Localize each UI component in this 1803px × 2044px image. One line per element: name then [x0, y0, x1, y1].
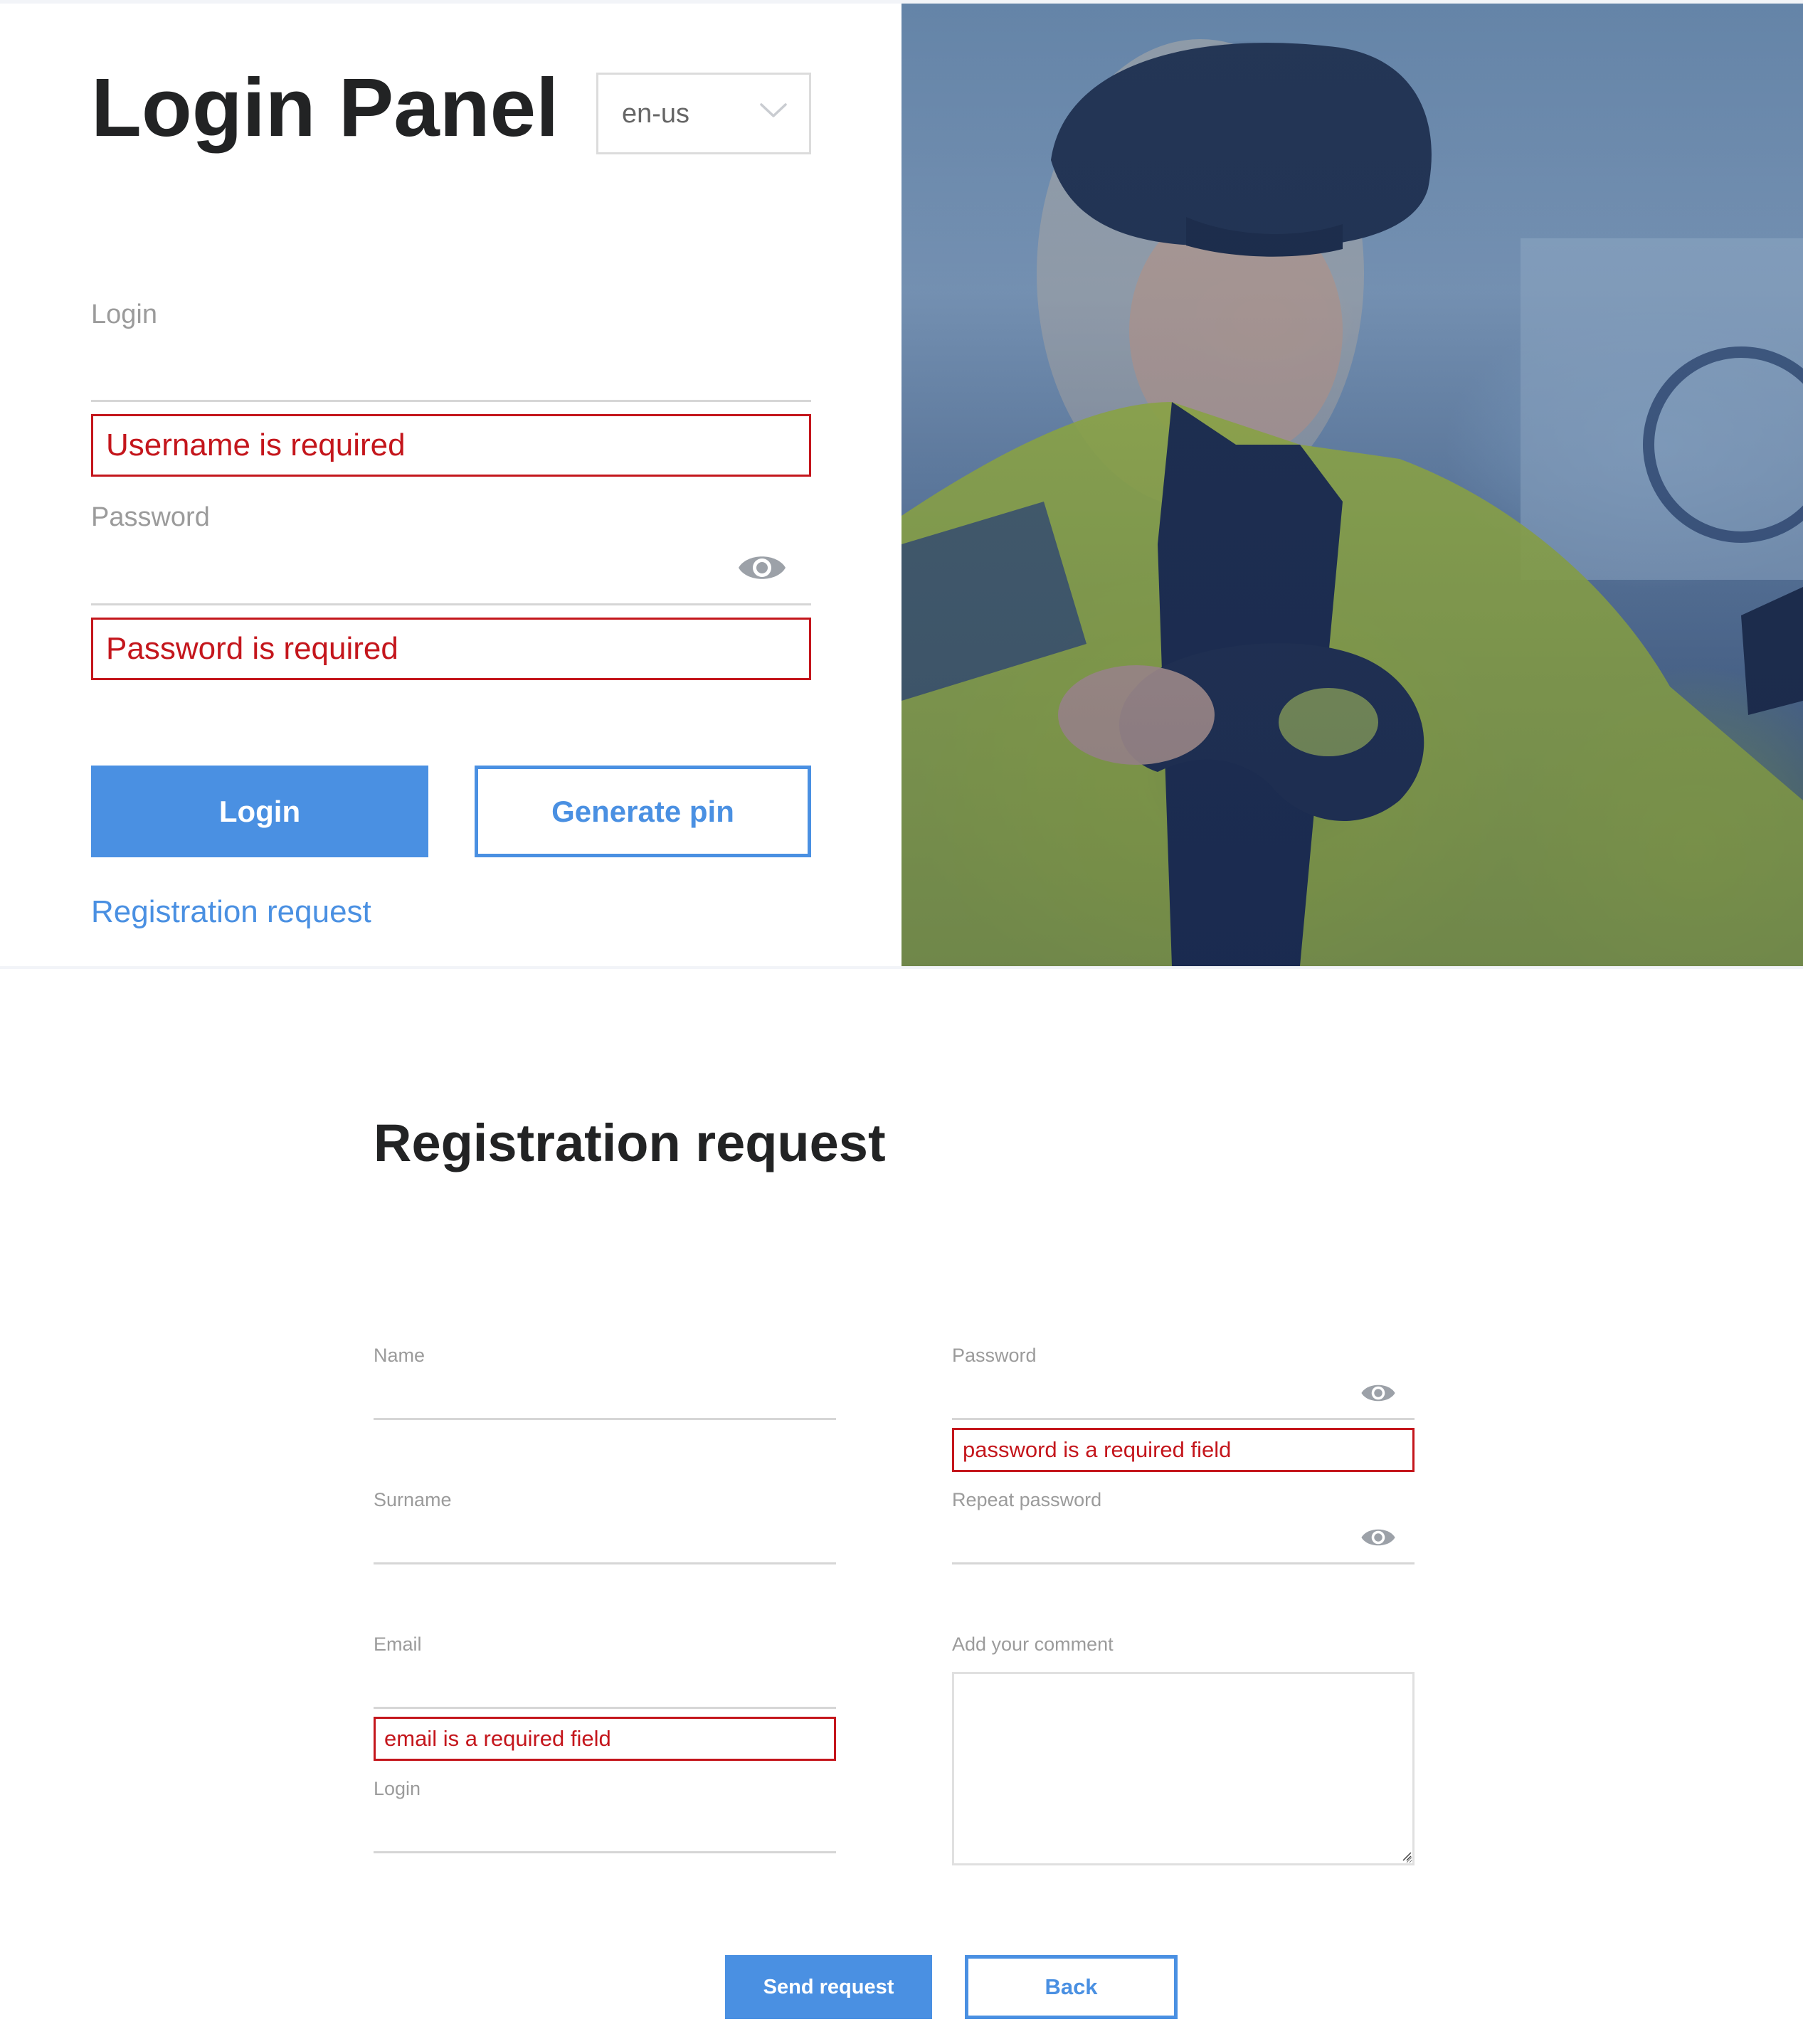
registration-login-input-underline — [374, 1851, 836, 1853]
registration-login-input[interactable] — [374, 1810, 836, 1851]
password-field-label: Password — [91, 502, 210, 532]
login-panel-title: Login Panel — [91, 61, 559, 154]
login-field-label: Login — [91, 300, 157, 329]
registration-password-error-message: password is a required field — [952, 1428, 1415, 1472]
registration-password-error-text: password is a required field — [963, 1437, 1232, 1462]
hero-image — [902, 4, 1803, 966]
email-field-label: Email — [374, 1633, 422, 1655]
comment-textarea[interactable] — [952, 1672, 1415, 1865]
surname-input[interactable] — [374, 1521, 836, 1562]
chevron-down-icon — [760, 103, 787, 117]
language-select[interactable]: en-us — [596, 73, 811, 154]
login-button[interactable]: Login — [91, 766, 428, 857]
registration-password-input-underline — [952, 1418, 1415, 1420]
login-input[interactable] — [91, 338, 811, 398]
name-input-underline — [374, 1418, 836, 1420]
name-input[interactable] — [374, 1377, 836, 1418]
password-input[interactable] — [91, 541, 731, 600]
email-error-message: email is a required field — [374, 1717, 836, 1761]
eye-icon[interactable] — [1360, 1380, 1396, 1406]
registration-login-field-label: Login — [374, 1778, 421, 1799]
comment-field-label: Add your comment — [952, 1633, 1114, 1655]
repeat-password-input[interactable] — [952, 1521, 1358, 1562]
login-error-text: Username is required — [106, 428, 406, 462]
registration-title: Registration request — [374, 1113, 886, 1172]
name-field-label: Name — [374, 1345, 425, 1366]
login-error-message: Username is required — [91, 414, 811, 477]
registration-password-input[interactable] — [952, 1377, 1358, 1418]
password-error-text: Password is required — [106, 631, 398, 666]
surname-field-label: Surname — [374, 1489, 452, 1510]
eye-icon[interactable] — [737, 550, 787, 586]
send-request-button[interactable]: Send request — [725, 1955, 932, 2019]
email-input[interactable] — [374, 1665, 836, 1706]
surname-input-underline — [374, 1562, 836, 1564]
repeat-password-input-underline — [952, 1562, 1415, 1564]
repeat-password-field-label: Repeat password — [952, 1489, 1102, 1510]
registration-request-link[interactable]: Registration request — [91, 896, 371, 928]
registration-password-field-label: Password — [952, 1345, 1037, 1366]
language-select-value: en-us — [622, 99, 690, 129]
password-error-message: Password is required — [91, 618, 811, 680]
eye-icon[interactable] — [1360, 1525, 1396, 1550]
email-input-underline — [374, 1707, 836, 1709]
login-panel: Login Panel en-us Login Username is requ… — [0, 4, 902, 966]
password-input-underline — [91, 603, 811, 605]
generate-pin-button[interactable]: Generate pin — [475, 766, 811, 857]
email-error-text: email is a required field — [384, 1726, 611, 1751]
login-input-underline — [91, 400, 811, 402]
section-divider — [0, 966, 1803, 969]
back-button[interactable]: Back — [965, 1955, 1178, 2019]
